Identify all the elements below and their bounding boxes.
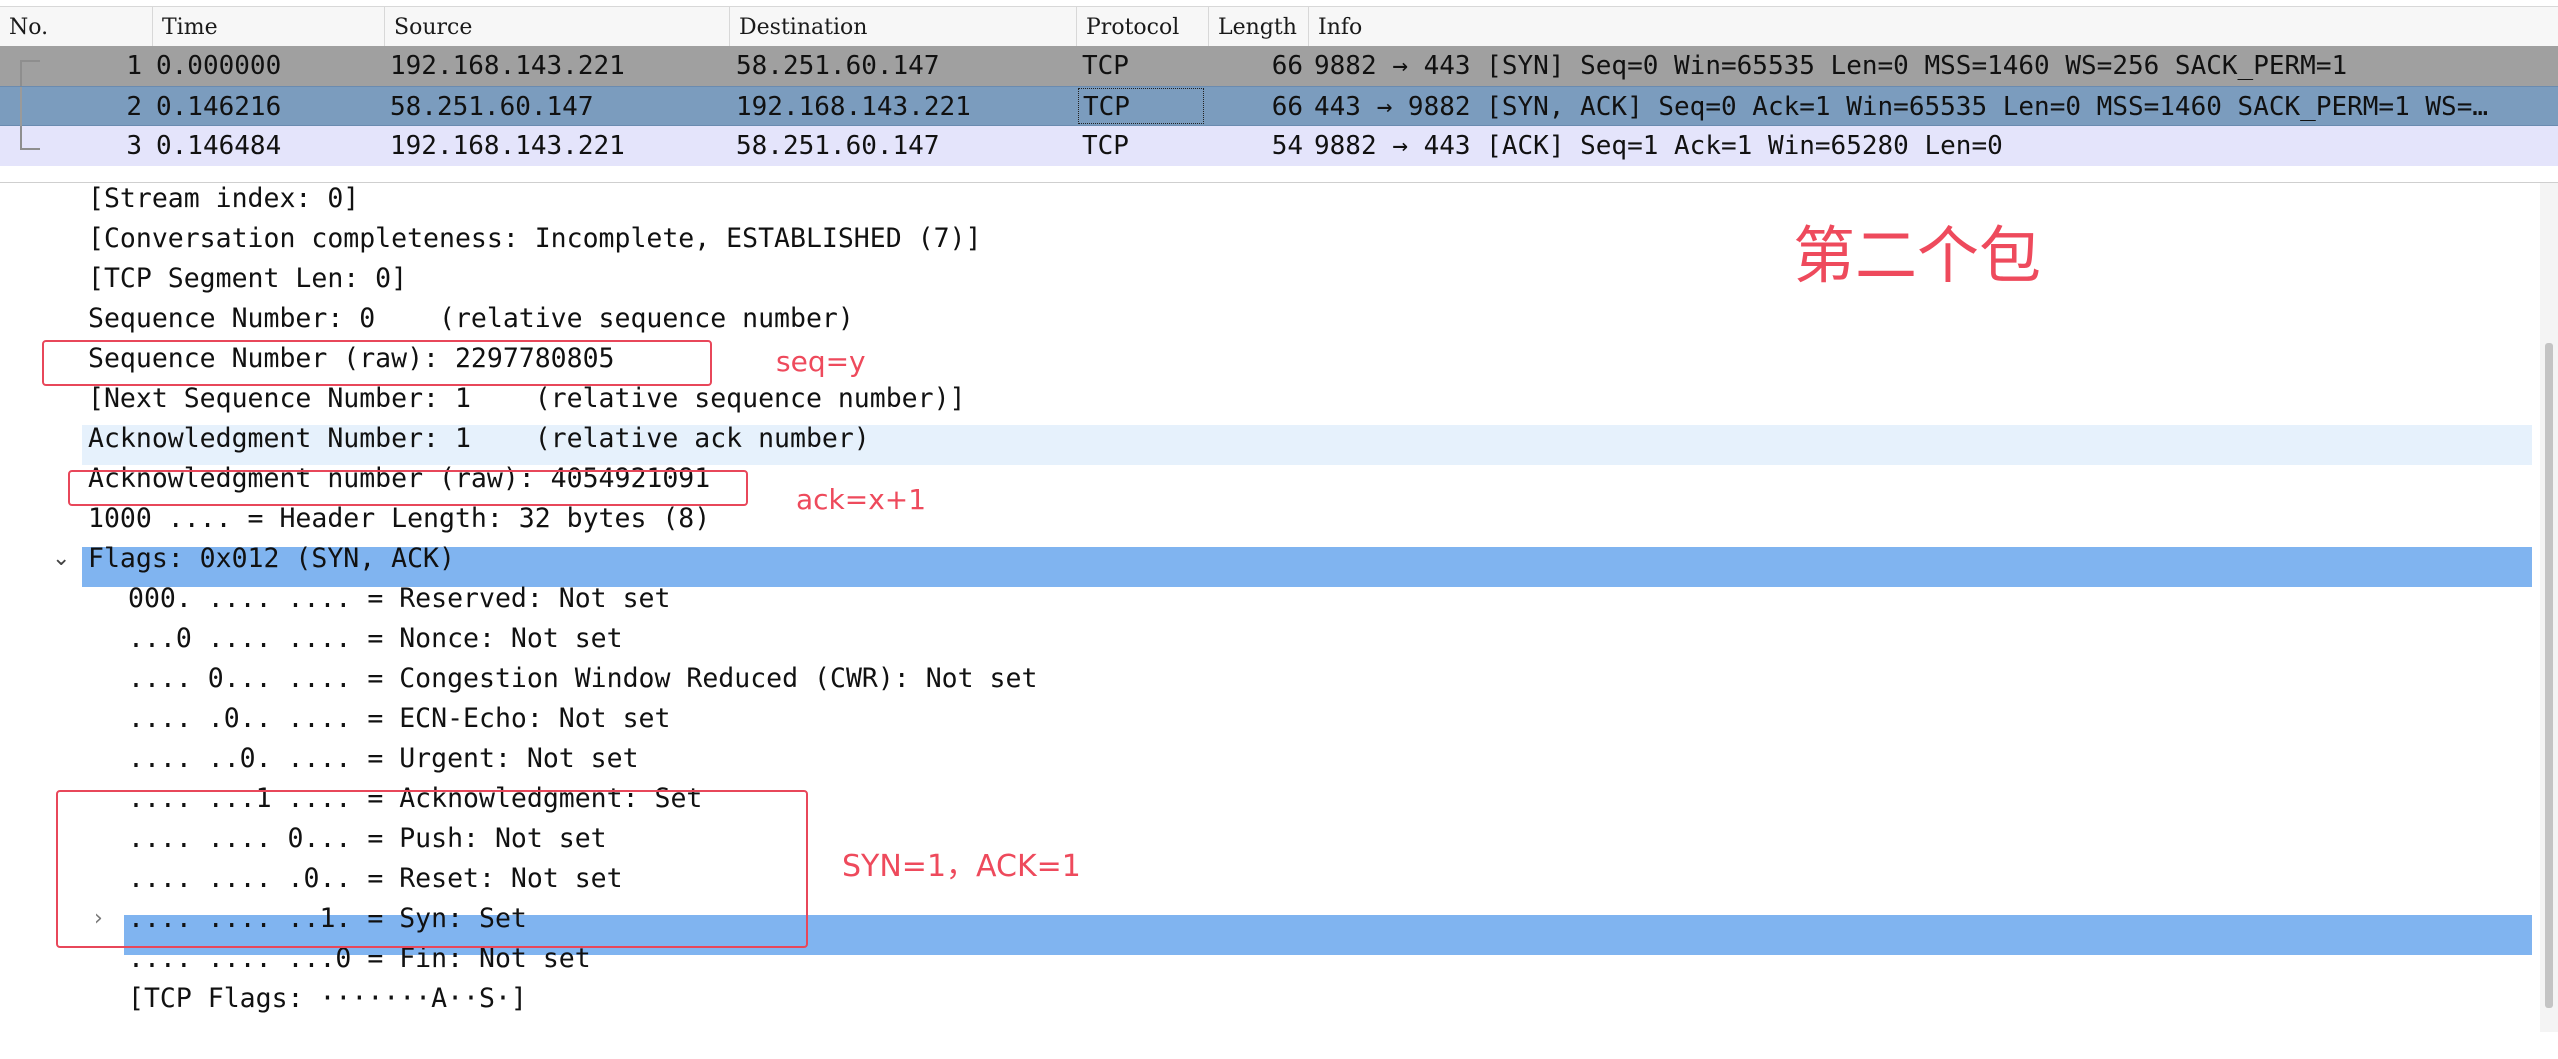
expand-toggle-icon[interactable]: ⌄ (52, 539, 70, 579)
column-source[interactable]: Source (385, 7, 730, 47)
detail-row[interactable]: [TCP Segment Len: 0] (0, 259, 2558, 299)
detail-row[interactable]: Acknowledgment Number: 1 (relative ack n… (0, 419, 2558, 459)
detail-row[interactable]: 000. .... .... = Reserved: Not set (0, 579, 2558, 619)
details-scrollbar-thumb[interactable] (2545, 343, 2553, 1008)
seq-annotation-box (42, 340, 712, 386)
packet-time: 0.146484 (156, 131, 282, 161)
column-destination[interactable]: Destination (730, 7, 1077, 47)
packet-destination: 192.168.143.221 (736, 92, 971, 122)
packet-protocol: TCP (1082, 131, 1129, 161)
detail-text: 000. .... .... = Reserved: Not set (128, 583, 671, 614)
detail-text: .... ..0. .... = Urgent: Not set (128, 743, 639, 774)
packet-destination: 58.251.60.147 (736, 51, 940, 81)
packet-source: 58.251.60.147 (390, 92, 594, 122)
detail-row[interactable]: Sequence Number: 0 (relative sequence nu… (0, 299, 2558, 339)
detail-text: Flags: 0x012 (SYN, ACK) (88, 543, 455, 574)
detail-text: [TCP Flags: ·······A··S·] (128, 983, 527, 1014)
packet-time: 0.000000 (156, 51, 282, 81)
detail-row[interactable]: ...0 .... .... = Nonce: Not set (0, 619, 2558, 659)
detail-text: .... 0... .... = Congestion Window Reduc… (128, 663, 1038, 694)
column-protocol[interactable]: Protocol (1077, 7, 1209, 47)
annotation-title: 第二个包 (1793, 219, 2042, 292)
packet-protocol: TCP (1078, 88, 1204, 124)
packet-row[interactable]: 3 0.146484 192.168.143.221 58.251.60.147… (0, 126, 2558, 166)
detail-text: [Conversation completeness: Incomplete, … (88, 223, 982, 254)
detail-row[interactable]: [Conversation completeness: Incomplete, … (0, 219, 2558, 259)
detail-text: ...0 .... .... = Nonce: Not set (128, 623, 623, 654)
packet-details-pane[interactable]: [Stream index: 0] [Conversation complete… (0, 182, 2558, 1032)
column-header: No. Time Source Destination Protocol Len… (0, 6, 2558, 48)
packet-destination: 58.251.60.147 (736, 131, 940, 161)
detail-row[interactable]: .... .0.. .... = ECN-Echo: Not set (0, 699, 2558, 739)
packet-info: 443 → 9882 [SYN, ACK] Seq=0 Ack=1 Win=65… (1314, 92, 2488, 122)
detail-row[interactable]: [Stream index: 0] (0, 179, 2558, 219)
column-info[interactable]: Info (1309, 7, 2558, 47)
packet-list[interactable]: No. Time Source Destination Protocol Len… (0, 0, 2558, 172)
column-no[interactable]: No. (0, 7, 153, 47)
packet-length: 66 (1271, 51, 1303, 81)
detail-text: [Stream index: 0] (88, 183, 360, 214)
annotation-flags: SYN=1，ACK=1 (842, 849, 1081, 884)
detail-text: .... .0.. .... = ECN-Echo: Not set (128, 703, 671, 734)
packet-row[interactable]: 1 0.000000 192.168.143.221 58.251.60.147… (0, 46, 2558, 88)
annotation-ack: ack=x+1 (796, 483, 927, 516)
detail-text: Acknowledgment Number: 1 (relative ack n… (88, 423, 870, 454)
detail-row[interactable]: .... 0... .... = Congestion Window Reduc… (0, 659, 2558, 699)
packet-no: 1 (126, 51, 142, 81)
packet-length: 66 (1271, 92, 1303, 122)
packet-source: 192.168.143.221 (390, 131, 625, 161)
column-length[interactable]: Length (1209, 7, 1309, 47)
packet-no: 3 (126, 131, 142, 161)
details-scrollbar[interactable] (2540, 183, 2558, 1032)
flags-annotation-box (56, 790, 808, 948)
packet-no: 2 (126, 92, 142, 122)
annotation-seq: seq=y (776, 345, 866, 378)
packet-length: 54 (1271, 131, 1303, 161)
column-time[interactable]: Time (153, 7, 385, 47)
detail-text: [TCP Segment Len: 0] (88, 263, 408, 294)
packet-protocol: TCP (1082, 51, 1129, 81)
packet-info: 9882 → 443 [SYN] Seq=0 Win=65535 Len=0 M… (1314, 51, 2348, 81)
detail-row-flags[interactable]: ⌄ Flags: 0x012 (SYN, ACK) (0, 539, 2558, 579)
packet-row-selected[interactable]: 2 0.146216 58.251.60.147 192.168.143.221… (0, 86, 2558, 127)
packet-info: 9882 → 443 [ACK] Seq=1 Ack=1 Win=65280 L… (1314, 131, 2003, 161)
detail-text: Sequence Number: 0 (relative sequence nu… (88, 303, 854, 334)
ack-annotation-box (68, 470, 748, 506)
packet-time: 0.146216 (156, 92, 282, 122)
detail-row[interactable]: [TCP Flags: ·······A··S·] (0, 979, 2558, 1019)
detail-row[interactable]: .... ..0. .... = Urgent: Not set (0, 739, 2558, 779)
packet-source: 192.168.143.221 (390, 51, 625, 81)
